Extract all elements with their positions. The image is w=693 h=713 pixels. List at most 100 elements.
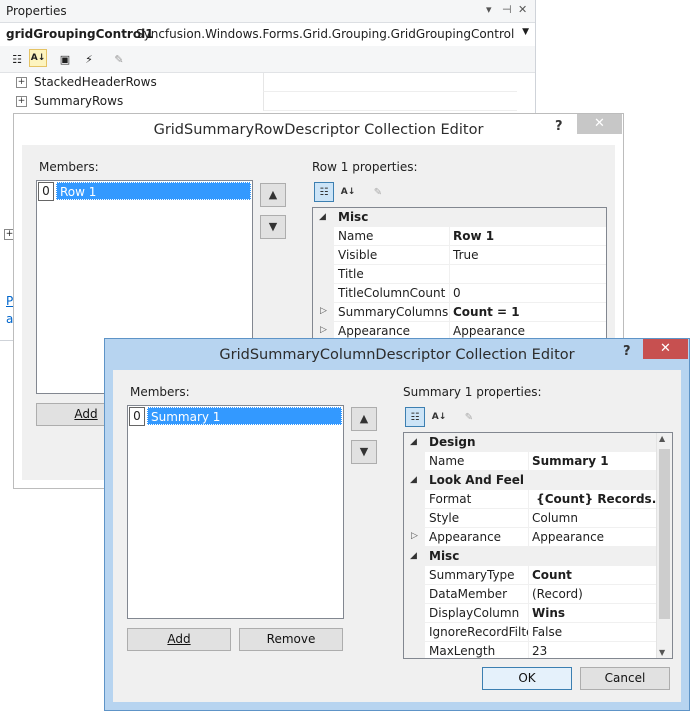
collapse-icon[interactable]: ◢ bbox=[410, 437, 417, 447]
grid-row[interactable]: Name Row 1 bbox=[313, 227, 606, 246]
scrollbar-thumb[interactable] bbox=[659, 449, 670, 619]
property-value[interactable]: Column bbox=[529, 509, 657, 528]
collapse-icon[interactable]: ◢ bbox=[410, 551, 417, 561]
scroll-up-icon[interactable]: ▲ bbox=[659, 434, 665, 443]
list-item[interactable]: 0 Summary 1 bbox=[129, 407, 342, 426]
grid-category-row[interactable]: ◢ Misc bbox=[313, 208, 606, 227]
property-value[interactable]: Appearance bbox=[529, 528, 657, 547]
dialog-title: GridSummaryRowDescriptor Collection Edit… bbox=[153, 122, 484, 138]
property-value[interactable]: 0 bbox=[450, 284, 606, 303]
pin-icon[interactable]: ⊣ bbox=[502, 3, 512, 16]
move-down-button[interactable]: ▼ bbox=[351, 440, 377, 464]
grid-category-row[interactable]: ◢ Design bbox=[404, 433, 657, 452]
expand-icon[interactable]: ▷ bbox=[320, 325, 327, 335]
categorized-icon[interactable]: ☷ bbox=[405, 407, 425, 427]
close-button[interactable]: ✕ bbox=[643, 339, 688, 359]
collapse-icon[interactable]: ◢ bbox=[410, 475, 417, 485]
grid-row[interactable]: Visible True bbox=[313, 246, 606, 265]
properties-title: Properties bbox=[6, 4, 67, 18]
property-value[interactable]: False bbox=[529, 623, 657, 642]
property-value[interactable]: Row 1 bbox=[450, 227, 606, 246]
members-label: Members: bbox=[39, 160, 99, 174]
wrench-icon[interactable]: ✎ bbox=[110, 50, 128, 68]
scroll-down-icon[interactable]: ▼ bbox=[659, 648, 665, 657]
property-name: Format bbox=[425, 490, 529, 509]
categorized-icon[interactable]: ☷ bbox=[8, 50, 26, 68]
expand-icon[interactable]: ▷ bbox=[411, 531, 418, 541]
property-pages-icon[interactable]: ▣ bbox=[56, 50, 74, 68]
wrench-icon[interactable]: ✎ bbox=[459, 407, 479, 427]
alphabetical-icon[interactable]: A↓ bbox=[338, 182, 358, 202]
expand-icon[interactable]: + bbox=[16, 77, 27, 88]
property-value[interactable]: (Record) bbox=[529, 585, 657, 604]
ok-button[interactable]: OK bbox=[482, 667, 572, 690]
grid-row[interactable]: Style Column bbox=[404, 509, 657, 528]
property-value[interactable]: Summary 1 bbox=[529, 452, 657, 471]
property-value[interactable]: {Count} Records. bbox=[529, 490, 657, 509]
property-value[interactable]: True bbox=[450, 246, 606, 265]
move-down-button[interactable]: ▼ bbox=[260, 215, 286, 239]
grid-category-row[interactable]: ◢ Look And Feel bbox=[404, 471, 657, 490]
property-value[interactable]: Count bbox=[529, 566, 657, 585]
move-up-button[interactable]: ▲ bbox=[351, 407, 377, 431]
properties-label: Row 1 properties: bbox=[312, 160, 418, 174]
events-icon[interactable]: ⚡ bbox=[80, 50, 98, 68]
dialog-caption: GridSummaryColumnDescriptor Collection E… bbox=[105, 339, 689, 369]
grid-row[interactable]: ▷ Appearance Appearance bbox=[404, 528, 657, 547]
object-selector[interactable]: gridGroupingControl1 Syncfusion.Windows.… bbox=[0, 22, 535, 47]
alphabetical-icon[interactable]: A↓ bbox=[429, 407, 449, 427]
alphabetical-icon[interactable]: A↓ bbox=[29, 49, 47, 67]
property-row[interactable]: + SummaryRows bbox=[0, 92, 517, 111]
grid-category-row[interactable]: ◢ Misc bbox=[404, 547, 657, 566]
property-value[interactable] bbox=[450, 265, 606, 284]
member-index: 0 bbox=[38, 182, 54, 201]
property-name: MaxLength bbox=[425, 642, 529, 658]
property-name: SummaryRows bbox=[34, 94, 124, 108]
property-value[interactable] bbox=[263, 92, 517, 111]
expand-icon[interactable]: + bbox=[16, 96, 27, 107]
help-icon[interactable]: ? bbox=[555, 119, 563, 134]
wrench-icon[interactable]: ✎ bbox=[368, 182, 388, 202]
dropdown-icon[interactable]: ▾ bbox=[486, 3, 492, 16]
expand-icon[interactable]: ▷ bbox=[320, 306, 327, 316]
arrow-down-icon: ▼ bbox=[268, 220, 278, 233]
grid-row[interactable]: ▷ SummaryColumns Count = 1 bbox=[313, 303, 606, 322]
property-name: DataMember bbox=[425, 585, 529, 604]
category-name: Misc bbox=[334, 208, 606, 227]
property-value[interactable]: Count = 1 bbox=[450, 303, 606, 322]
close-icon[interactable]: ✕ bbox=[518, 3, 527, 16]
help-icon[interactable]: ? bbox=[623, 344, 631, 359]
arrow-down-icon: ▼ bbox=[359, 445, 369, 458]
grid-row[interactable]: DisplayColumn Wins bbox=[404, 604, 657, 623]
remove-button[interactable]: Remove bbox=[239, 628, 343, 651]
grid-row[interactable]: Title bbox=[313, 265, 606, 284]
property-name: Name bbox=[334, 227, 450, 246]
grid-row[interactable]: Name Summary 1 bbox=[404, 452, 657, 471]
property-name: DisplayColumn bbox=[425, 604, 529, 623]
category-name: Misc bbox=[425, 547, 657, 566]
grid-row[interactable]: TitleColumnCount 0 bbox=[313, 284, 606, 303]
property-name: Style bbox=[425, 509, 529, 528]
add-button[interactable]: Add bbox=[127, 628, 231, 651]
chevron-down-icon[interactable]: ▼ bbox=[522, 27, 529, 37]
grid-row[interactable]: Format {Count} Records. bbox=[404, 490, 657, 509]
property-name: Name bbox=[425, 452, 529, 471]
close-button[interactable]: ✕ bbox=[577, 114, 622, 134]
property-grid[interactable]: ◢ Design Name Summary 1 ◢ Look And Feel … bbox=[403, 432, 673, 659]
property-value[interactable] bbox=[263, 73, 517, 92]
dialog-body: Members: 0 Summary 1 ▲ ▼ Add Remove Summ… bbox=[113, 370, 681, 702]
collapse-icon[interactable]: ◢ bbox=[319, 212, 326, 222]
grid-row[interactable]: SummaryType Count bbox=[404, 566, 657, 585]
cancel-button[interactable]: Cancel bbox=[580, 667, 670, 690]
property-value[interactable]: Wins bbox=[529, 604, 657, 623]
grid-row[interactable]: DataMember (Record) bbox=[404, 585, 657, 604]
grid-row[interactable]: IgnoreRecordFilter False bbox=[404, 623, 657, 642]
move-up-button[interactable]: ▲ bbox=[260, 183, 286, 207]
property-row[interactable]: + StackedHeaderRows bbox=[0, 73, 517, 92]
categorized-icon[interactable]: ☷ bbox=[314, 182, 334, 202]
grid-row[interactable]: MaxLength 23 bbox=[404, 642, 657, 658]
vertical-scrollbar[interactable]: ▲ ▼ bbox=[656, 433, 672, 658]
list-item[interactable]: 0 Row 1 bbox=[38, 182, 251, 201]
members-list[interactable]: 0 Summary 1 bbox=[127, 405, 344, 619]
property-value[interactable]: 23 bbox=[529, 642, 657, 658]
